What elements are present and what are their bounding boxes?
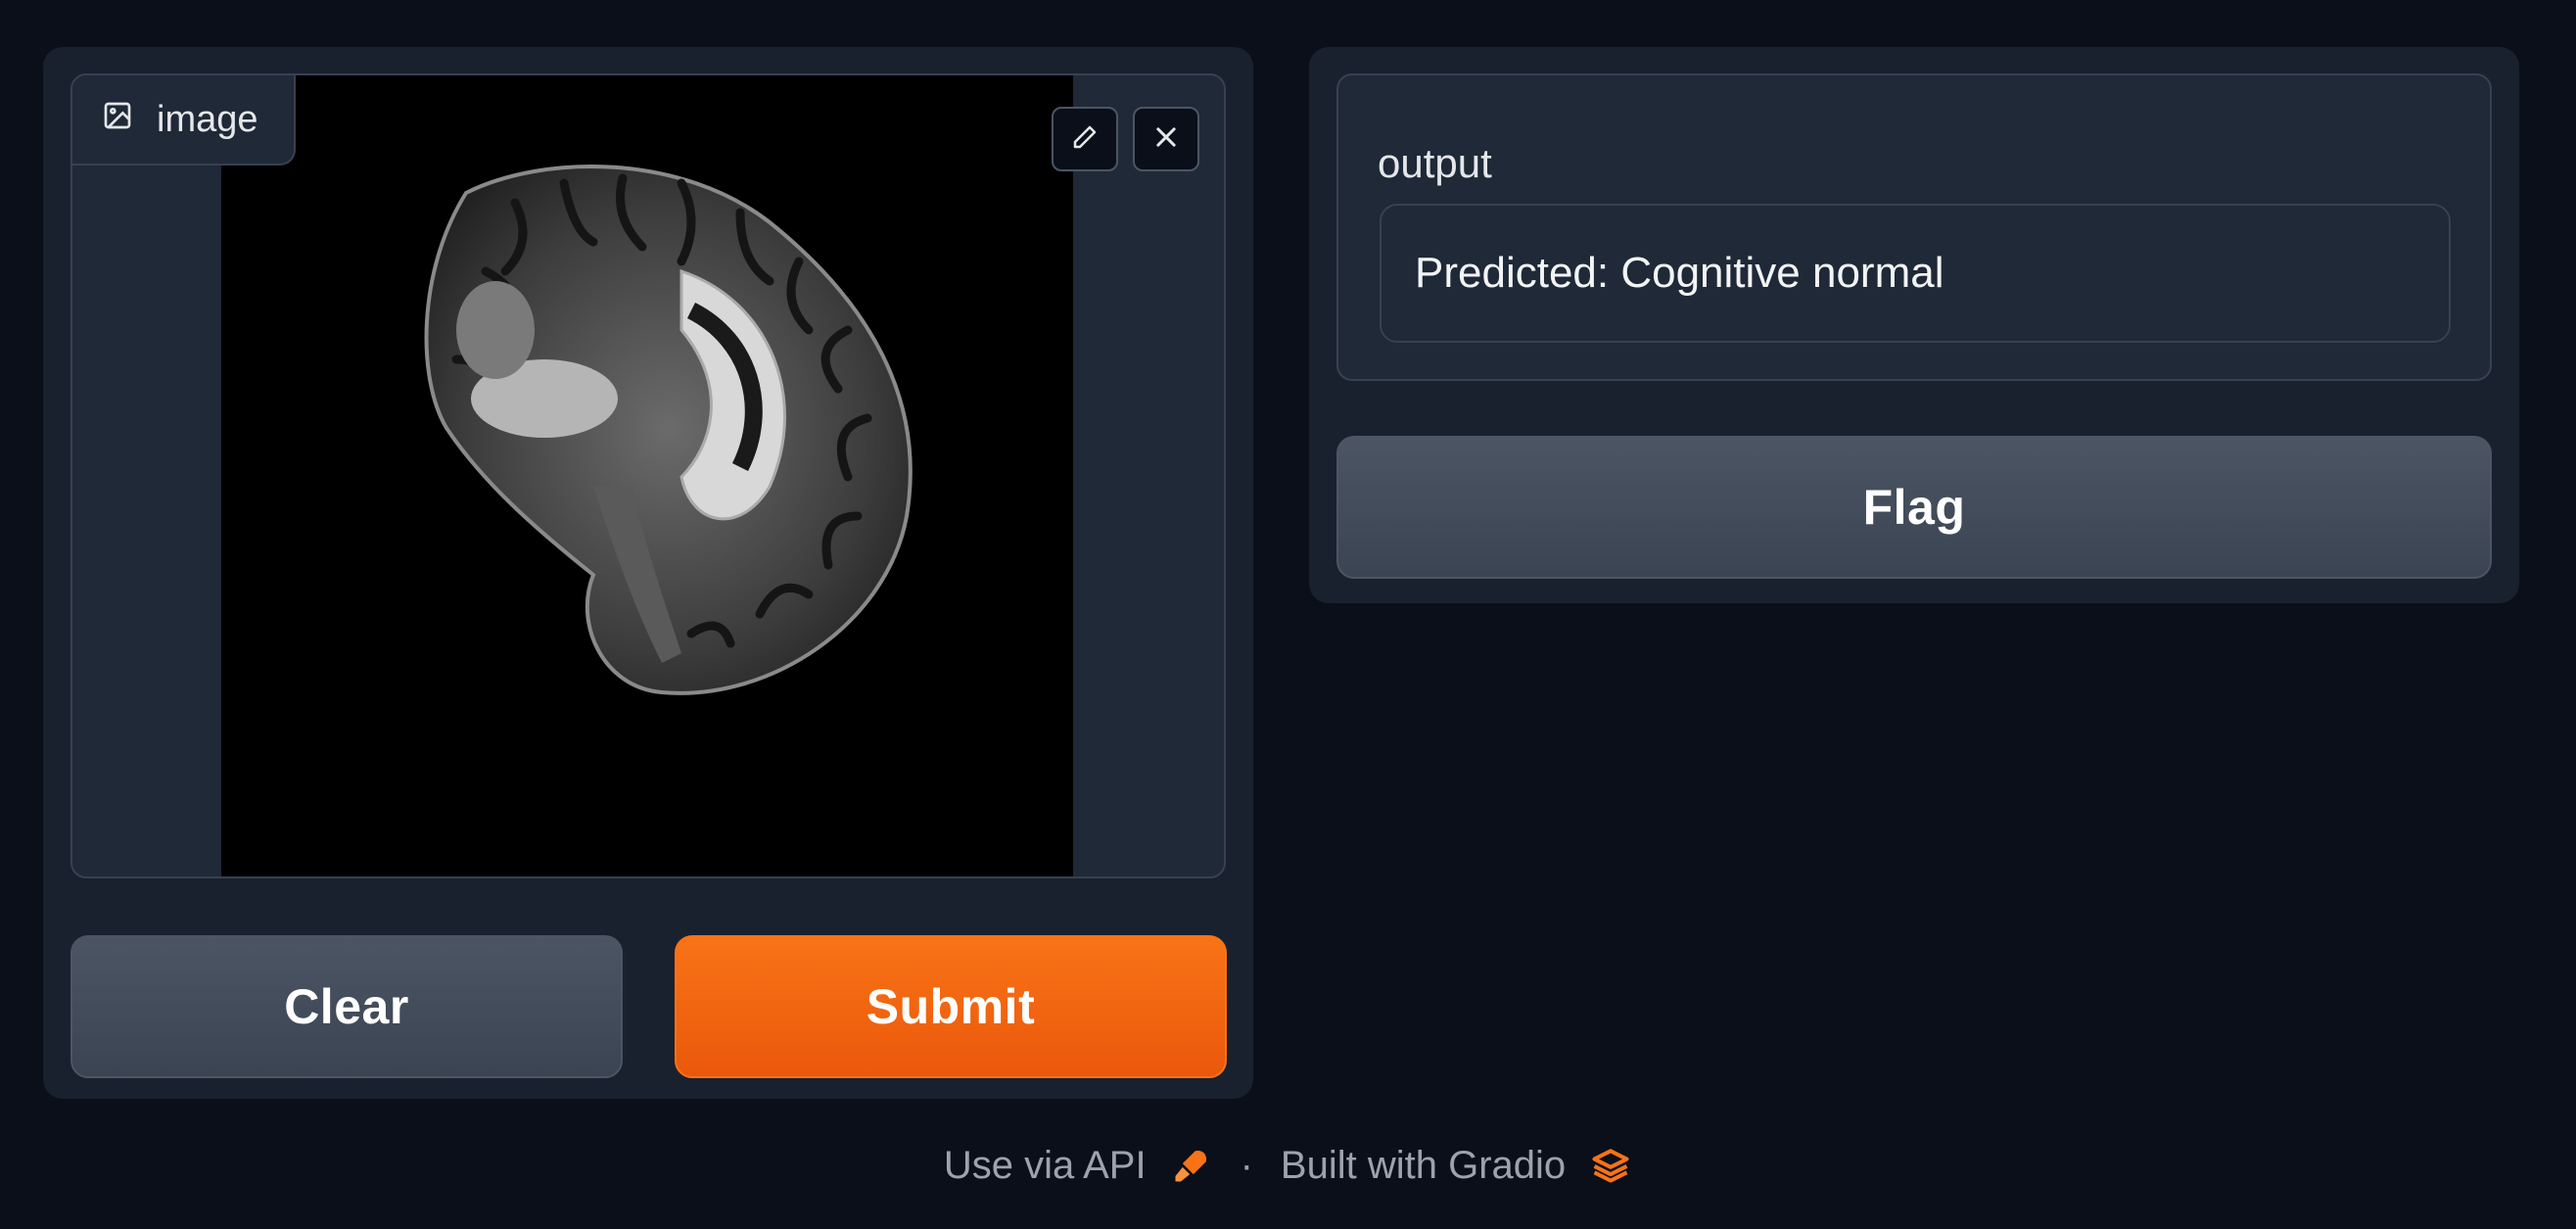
image-icon [102,99,133,141]
submit-button[interactable]: Submit [675,935,1227,1078]
api-link[interactable]: Use via API [944,1144,1147,1188]
image-input-label: image [72,75,296,165]
built-with-link[interactable]: Built with Gradio [1281,1144,1566,1188]
image-label-text: image [157,98,258,140]
close-icon [1152,123,1180,156]
rocket-icon [1170,1144,1213,1187]
clear-button[interactable]: Clear [70,935,623,1078]
mri-image [221,75,1073,876]
footer-separator: · [1240,1143,1253,1187]
input-panel: image Clear Submit [43,47,1253,1099]
output-panel: output Predicted: Cognitive normal Flag [1309,47,2519,603]
remove-image-button[interactable] [1133,107,1199,171]
flag-button[interactable]: Flag [1336,436,2492,579]
edit-icon [1070,122,1100,157]
edit-button[interactable] [1052,107,1118,171]
gradio-logo-icon [1589,1144,1632,1187]
output-label: output [1378,140,1492,186]
image-input[interactable]: image [70,73,1226,878]
output-textbox[interactable]: Predicted: Cognitive normal [1380,204,2451,343]
output-block: output Predicted: Cognitive normal [1336,73,2492,381]
footer: Use via API · Built with Gradio [0,1131,2576,1200]
